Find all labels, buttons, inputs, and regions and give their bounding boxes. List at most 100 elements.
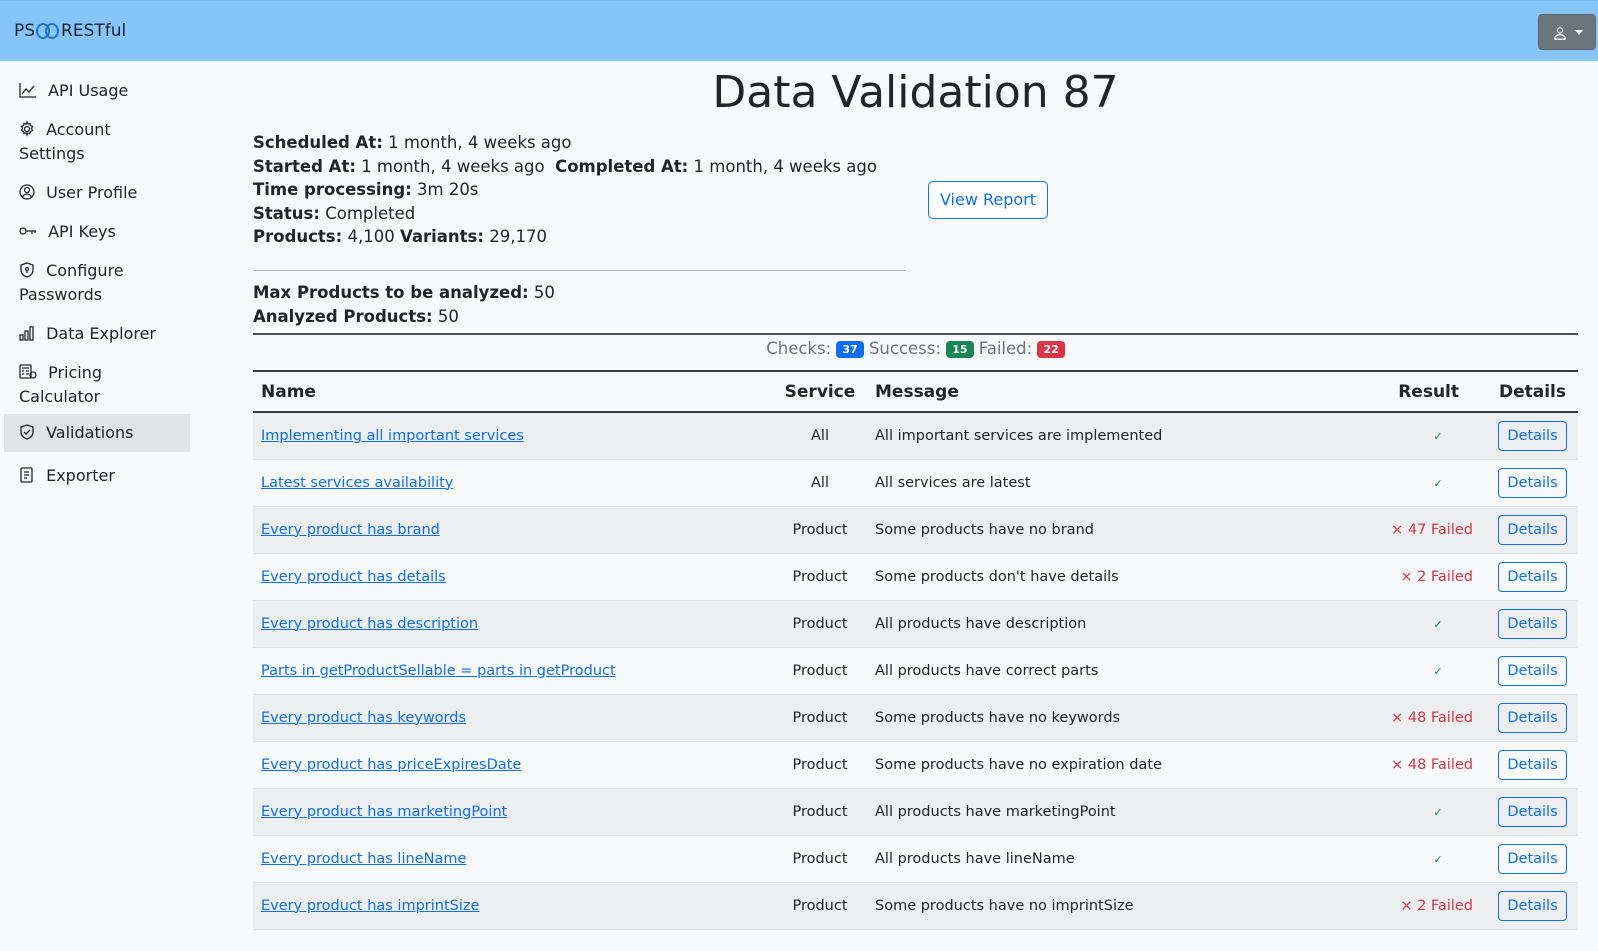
gear-icon [20, 121, 34, 137]
variants-value: 29,170 [489, 227, 547, 246]
service-cell: Product [773, 600, 867, 648]
divider [253, 270, 906, 271]
user-circle-icon [19, 184, 35, 200]
user-icon [1554, 27, 1566, 40]
check-name-link[interactable]: Every product has keywords [261, 710, 466, 726]
completed-at-label: Completed At: [555, 157, 689, 176]
details-button[interactable]: Details [1498, 843, 1567, 874]
service-cell: Product [773, 506, 867, 554]
check-mark-icon: ✓ [1433, 476, 1443, 490]
message-cell: All products have correct parts [867, 647, 1347, 695]
user-menu-button[interactable] [1538, 14, 1596, 50]
table-row: Every product has imprintSize Product So… [253, 882, 1578, 930]
check-name-link[interactable]: Every product has lineName [261, 851, 466, 867]
table-row: Every product has lineName Product All p… [253, 835, 1578, 883]
table-row: Every product has details Product Some p… [253, 553, 1578, 601]
sidebar-item-label: Exporter [46, 466, 115, 485]
details-button[interactable]: Details [1498, 749, 1567, 780]
sidebar-item-label: User Profile [46, 183, 138, 202]
bar-chart-icon [19, 326, 34, 341]
status-label: Status: [253, 204, 320, 223]
details-button[interactable]: Details [1498, 514, 1567, 545]
check-name-link[interactable]: Every product has priceExpiresDate [261, 757, 521, 773]
brand-rings-icon [36, 22, 60, 40]
checks-label: Checks: [766, 339, 832, 358]
check-name-link[interactable]: Implementing all important services [261, 428, 524, 444]
validations-table: Name Service Message Result Details Impl… [253, 370, 1578, 930]
table-row: Every product has keywords Product Some … [253, 694, 1578, 742]
check-mark-icon: ✓ [1433, 852, 1443, 866]
view-report-button[interactable]: View Report [928, 181, 1048, 219]
check-name-link[interactable]: Every product has marketingPoint [261, 804, 507, 820]
started-at-label: Started At: [253, 157, 356, 176]
check-name-link[interactable]: Every product has description [261, 616, 478, 632]
products-variants: Products: 4,100 Variants: 29,170 [253, 225, 547, 249]
sidebar-item-label: API Keys [48, 222, 116, 241]
column-header-details: Details [1498, 381, 1566, 402]
check-name-link[interactable]: Every product has brand [261, 522, 440, 538]
sidebar-item-api-usage[interactable]: API Usage [4, 72, 190, 110]
column-header-name: Name [261, 381, 316, 402]
check-name-link[interactable]: Parts in getProductSellable = parts in g… [261, 663, 616, 679]
service-cell: Product [773, 835, 867, 883]
message-cell: Some products don't have details [867, 553, 1347, 601]
sidebar-item-configure-passwords[interactable]: Configure Passwords [4, 252, 154, 314]
scheduled-at-label: Scheduled At: [253, 133, 383, 152]
table-row: Latest services availability All All ser… [253, 459, 1578, 507]
brand-logo[interactable]: PS RESTful [14, 21, 126, 41]
calculator-icon [19, 364, 37, 379]
details-button[interactable]: Details [1498, 702, 1567, 733]
details-button[interactable]: Details [1498, 561, 1567, 592]
scheduled-at-value: 1 month, 4 weeks ago [388, 133, 572, 152]
started-at-value: 1 month, 4 weeks ago [361, 157, 545, 176]
details-button[interactable]: Details [1498, 420, 1567, 451]
products-label: Products: [253, 227, 343, 246]
details-button[interactable]: Details [1498, 890, 1567, 921]
sidebar-item-exporter[interactable]: Exporter [4, 457, 190, 495]
status-value: Completed [325, 204, 416, 223]
check-mark-icon: ✓ [1433, 805, 1443, 819]
service-cell: All [773, 459, 867, 507]
max-products-label: Max Products to be analyzed: [253, 283, 529, 302]
sidebar-item-api-keys[interactable]: API Keys [4, 213, 190, 251]
variants-label: Variants: [399, 227, 484, 246]
details-button[interactable]: Details [1498, 655, 1567, 686]
sidebar-item-label: Validations [46, 423, 134, 442]
table-row: Implementing all important services All … [253, 412, 1578, 460]
failed-badge: 22 [1037, 341, 1065, 358]
sidebar-item-label: Data Explorer [46, 324, 156, 343]
time-processing-label: Time processing: [253, 180, 412, 199]
started-completed-at: Started At: 1 month, 4 weeks ago Complet… [253, 155, 877, 179]
service-cell: Product [773, 647, 867, 695]
check-name-link[interactable]: Every product has details [261, 569, 446, 585]
details-button[interactable]: Details [1498, 608, 1567, 639]
sidebar-item-account-settings[interactable]: Account Settings [4, 111, 154, 173]
brand-text-left: PS [14, 21, 36, 41]
service-cell: Product [773, 553, 867, 601]
main-content: Data Validation 87 Scheduled At: 1 month… [253, 61, 1578, 951]
file-export-icon [20, 467, 33, 483]
sidebar-item-label: API Usage [48, 81, 129, 100]
message-cell: All products have marketingPoint [867, 788, 1347, 836]
brand-text-right: RESTful [61, 21, 127, 41]
time-processing-value: 3m 20s [417, 180, 479, 199]
check-name-link[interactable]: Latest services availability [261, 475, 453, 491]
shield-lock-icon [20, 262, 34, 278]
message-cell: All services are latest [867, 459, 1347, 507]
details-button[interactable]: Details [1498, 796, 1567, 827]
success-badge: 15 [946, 341, 974, 358]
sidebar-item-data-explorer[interactable]: Data Explorer [4, 315, 190, 353]
sidebar-item-validations[interactable]: Validations [4, 414, 190, 452]
failed-label: Failed: [978, 339, 1033, 358]
column-header-service: Service [784, 381, 856, 402]
service-cell: Product [773, 694, 867, 742]
message-cell: Some products have no keywords [867, 694, 1347, 742]
sidebar-item-pricing-calculator[interactable]: Pricing Calculator [4, 354, 154, 416]
checks-summary: Checks: 37 Success: 15 Failed: 22 [253, 339, 1578, 358]
success-label: Success: [868, 339, 941, 358]
message-cell: All products have description [867, 600, 1347, 648]
sidebar-item-user-profile[interactable]: User Profile [4, 174, 190, 212]
check-name-link[interactable]: Every product has imprintSize [261, 898, 479, 914]
failed-result: × 48 Failed [1391, 756, 1473, 773]
details-button[interactable]: Details [1498, 467, 1567, 498]
